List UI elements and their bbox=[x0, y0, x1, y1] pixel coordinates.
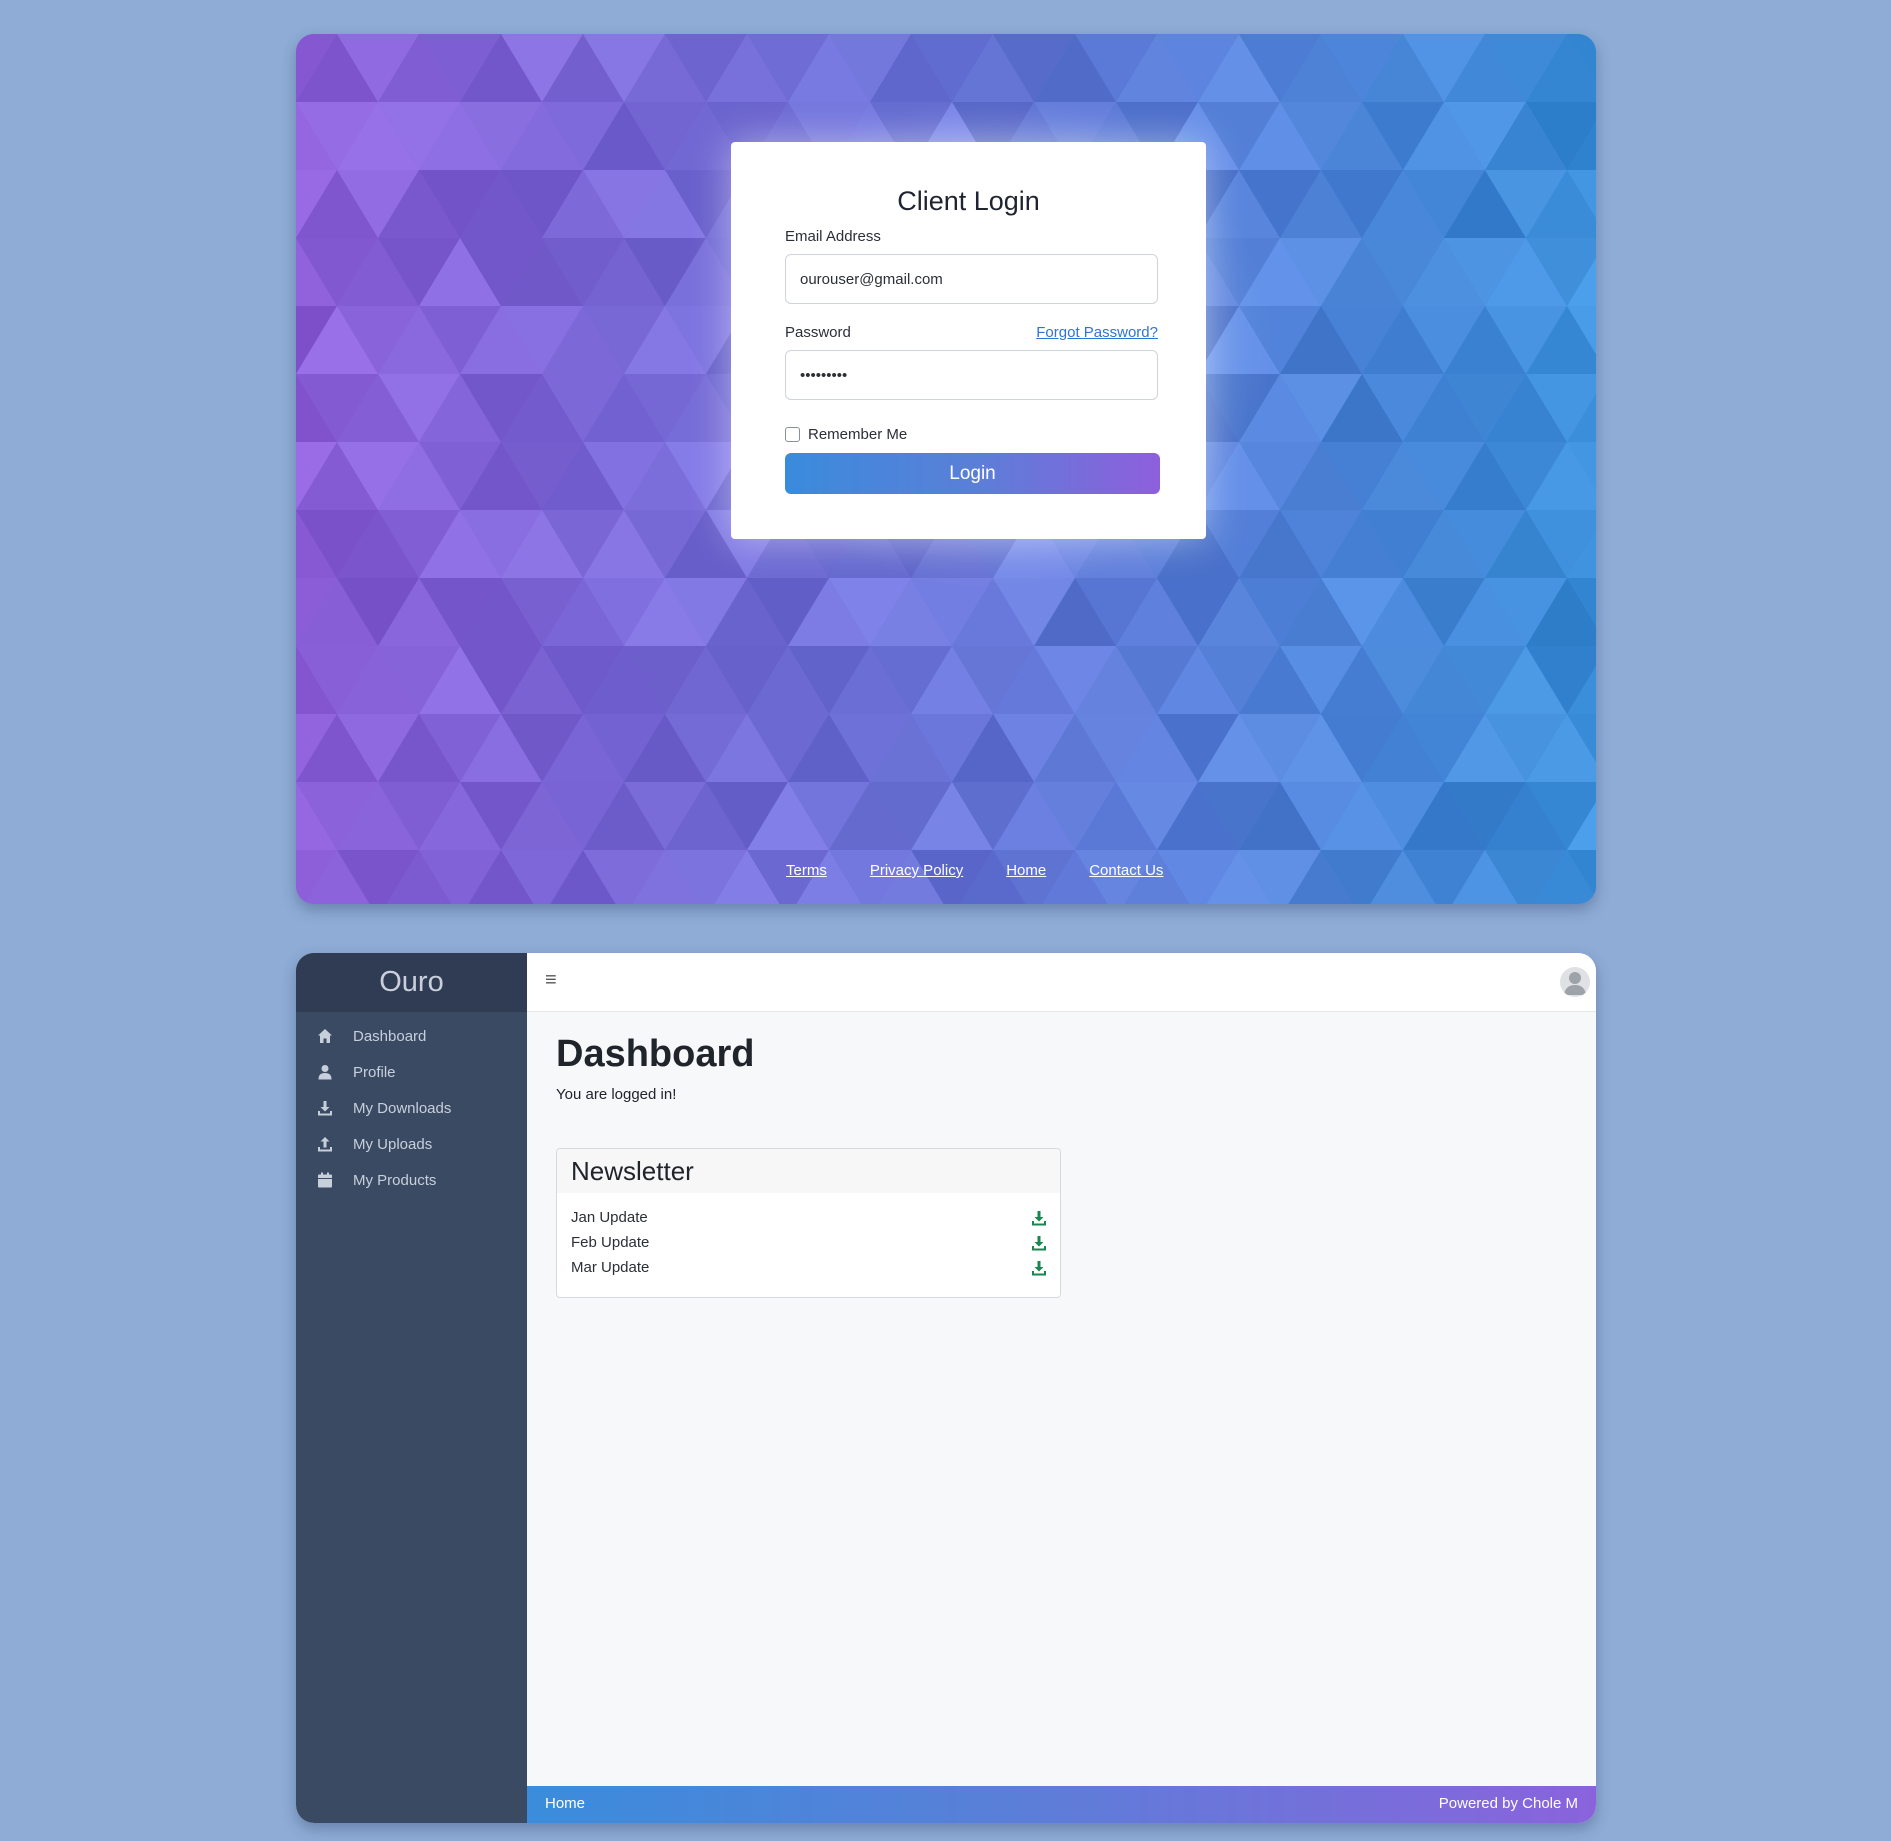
footer-links: Terms Privacy Policy Home Contact Us bbox=[786, 862, 1163, 879]
sidebar-item-label: Profile bbox=[353, 1063, 396, 1081]
user-icon bbox=[316, 1063, 334, 1081]
sidebar-item-dashboard[interactable]: Dashboard bbox=[296, 1018, 527, 1054]
powered-by-text: Powered by Chole M bbox=[1438, 1795, 1578, 1812]
login-title: Client Login bbox=[897, 186, 1040, 216]
newsletter-item-label: Jan Update bbox=[571, 1209, 648, 1226]
sidebar-item-my-products[interactable]: My Products bbox=[296, 1162, 527, 1198]
newsletter-item-label: Mar Update bbox=[571, 1259, 650, 1276]
footer-bar: Home Powered by Chole M bbox=[527, 1786, 1596, 1823]
download-icon[interactable] bbox=[1031, 1210, 1047, 1226]
sidebar-item-label: My Downloads bbox=[353, 1099, 452, 1117]
dashboard-screen: Ouro Dashboard Profile My Downloads My U… bbox=[296, 953, 1596, 1823]
download-icon[interactable] bbox=[1031, 1235, 1047, 1251]
newsletter-card: Newsletter Jan Update Feb Update Mar Upd… bbox=[556, 1148, 1061, 1298]
privacy-policy-link[interactable]: Privacy Policy bbox=[870, 862, 963, 879]
remember-me-checkbox[interactable] bbox=[785, 427, 800, 442]
sidebar: Ouro Dashboard Profile My Downloads My U… bbox=[296, 953, 527, 1823]
newsletter-item-label: Feb Update bbox=[571, 1234, 650, 1251]
main-content: Dashboard You are logged in! bbox=[556, 1033, 754, 1103]
email-field[interactable] bbox=[785, 254, 1158, 304]
terms-link[interactable]: Terms bbox=[786, 862, 827, 879]
home-link[interactable]: Home bbox=[1006, 862, 1046, 879]
logged-in-message: You are logged in! bbox=[556, 1086, 677, 1103]
login-card: Client Login Email Address Password Forg… bbox=[731, 142, 1206, 539]
list-item: Feb Update bbox=[557, 1230, 1060, 1255]
login-screen: Client Login Email Address Password Forg… bbox=[296, 34, 1596, 904]
list-item: Jan Update bbox=[557, 1205, 1060, 1230]
sidebar-item-label: My Products bbox=[353, 1171, 437, 1189]
list-item: Mar Update bbox=[557, 1255, 1060, 1280]
user-avatar-icon bbox=[1564, 972, 1586, 995]
sidebar-item-my-uploads[interactable]: My Uploads bbox=[296, 1126, 527, 1162]
remember-me[interactable]: Remember Me bbox=[785, 426, 907, 443]
footer-home-link[interactable]: Home bbox=[545, 1795, 585, 1812]
page-title: Dashboard bbox=[556, 1033, 755, 1075]
forgot-password-link[interactable]: Forgot Password? bbox=[1036, 324, 1158, 341]
menu-icon[interactable]: ≡ bbox=[545, 969, 557, 992]
contact-us-link[interactable]: Contact Us bbox=[1089, 862, 1163, 879]
sidebar-item-label: My Uploads bbox=[353, 1135, 433, 1153]
home-icon bbox=[316, 1027, 334, 1045]
upload-icon bbox=[316, 1135, 334, 1153]
login-button[interactable]: Login bbox=[785, 453, 1160, 494]
brand-logo[interactable]: Ouro bbox=[296, 953, 527, 1012]
email-label: Email Address bbox=[785, 228, 881, 245]
download-icon bbox=[316, 1099, 334, 1117]
password-label: Password bbox=[785, 324, 851, 341]
top-bar: ≡ bbox=[527, 953, 1596, 1012]
password-field[interactable] bbox=[785, 350, 1158, 400]
sidebar-item-label: Dashboard bbox=[353, 1027, 427, 1045]
sidebar-item-my-downloads[interactable]: My Downloads bbox=[296, 1090, 527, 1126]
avatar[interactable] bbox=[1560, 967, 1590, 997]
sidebar-item-profile[interactable]: Profile bbox=[296, 1054, 527, 1090]
download-icon[interactable] bbox=[1031, 1260, 1047, 1276]
calendar-icon bbox=[316, 1171, 334, 1189]
newsletter-title: Newsletter bbox=[557, 1149, 1060, 1193]
remember-me-label: Remember Me bbox=[808, 426, 908, 443]
